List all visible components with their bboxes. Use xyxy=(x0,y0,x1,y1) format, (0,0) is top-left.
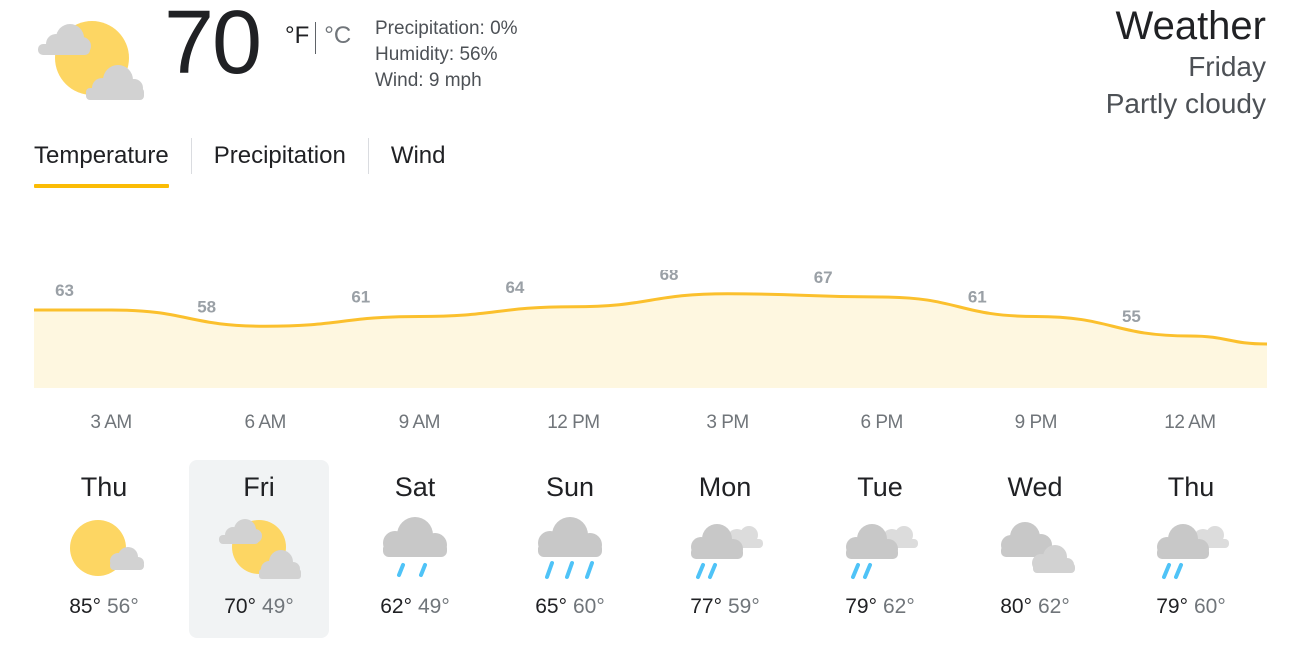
unit-fahrenheit[interactable]: °F xyxy=(285,22,309,50)
day-temps: 85° 56° xyxy=(34,595,174,619)
tab-temperature[interactable]: Temperature xyxy=(34,142,169,188)
partly-cloudy-icon xyxy=(38,21,144,100)
high-temp: 62° xyxy=(380,595,412,618)
low-temp: 49° xyxy=(418,595,450,618)
unit-divider xyxy=(315,22,317,54)
rain-icon xyxy=(538,517,602,579)
weather-header: Weather Friday Partly cloudy xyxy=(1106,4,1266,122)
high-temp: 85° xyxy=(69,595,101,618)
tab-precipitation[interactable]: Precipitation xyxy=(214,142,346,188)
hour-label: 6 PM xyxy=(860,412,904,433)
current-details: Precipitation: 0% Humidity: 56% Wind: 9 … xyxy=(375,16,518,94)
hour-label: 3 AM xyxy=(90,412,132,433)
hour-label: 9 AM xyxy=(398,412,441,433)
day-temps: 70° 49° xyxy=(189,595,329,619)
current-temperature: 70 xyxy=(164,0,262,93)
day-name: Sat xyxy=(394,472,436,502)
high-temp: 77° xyxy=(690,595,722,618)
temperature-label: 68 xyxy=(660,270,679,284)
high-temp: 70° xyxy=(224,595,256,618)
unit-celsius[interactable]: °C xyxy=(324,22,351,50)
scattered-showers-icon xyxy=(846,524,918,579)
day-card[interactable]: Wed 80° 62° xyxy=(965,460,1105,638)
tab-divider xyxy=(367,138,369,174)
low-temp: 60° xyxy=(1194,595,1226,618)
temperature-label: 55 xyxy=(1122,307,1141,326)
day-name: Tue xyxy=(857,472,903,502)
day-card[interactable]: Thu 85° 56° xyxy=(34,460,174,638)
day-card[interactable]: Sun 65° 60° xyxy=(500,460,640,638)
day-card[interactable]: Sat 62° 49° xyxy=(345,460,485,638)
day-name: Thu xyxy=(1167,472,1215,502)
high-temp: 80° xyxy=(1000,595,1032,618)
day-card[interactable]: Mon 77° 59° xyxy=(655,460,795,638)
low-temp: 56° xyxy=(107,595,139,618)
wind-text: Wind: 9 mph xyxy=(375,70,482,91)
temperature-label: 63 xyxy=(55,281,74,300)
hour-label: 12 PM xyxy=(547,412,600,433)
temperature-label: 61 xyxy=(968,288,987,307)
low-temp: 60° xyxy=(573,595,605,618)
chart-tabs: Temperature Precipitation Wind xyxy=(34,138,446,188)
temperature-label: 58 xyxy=(197,297,216,316)
scattered-showers-icon xyxy=(691,524,763,579)
day-name: Sun xyxy=(545,472,595,502)
hour-label: 3 PM xyxy=(706,412,749,433)
low-temp: 62° xyxy=(1038,595,1070,618)
mostly-sunny-icon xyxy=(70,520,144,576)
low-temp: 62° xyxy=(883,595,915,618)
day-name: Fri xyxy=(243,472,275,502)
day-card-selected[interactable]: Fri 70° 49° xyxy=(189,460,329,638)
day-name: Thu xyxy=(80,472,128,502)
temperature-area xyxy=(34,293,1267,388)
weather-day: Friday xyxy=(1188,51,1266,82)
day-temps: 62° 49° xyxy=(345,595,485,619)
weather-condition: Partly cloudy xyxy=(1105,88,1266,119)
temperature-label: 64 xyxy=(505,278,524,297)
hour-label: 9 PM xyxy=(1014,412,1058,433)
day-card[interactable]: Thu 79° 60° xyxy=(1121,460,1261,638)
hour-label: 12 AM xyxy=(1164,412,1216,433)
hour-axis: 3 AM 6 AM 9 AM 12 PM 3 PM 6 PM 9 PM 12 AM xyxy=(0,412,1292,442)
tab-divider xyxy=(190,138,192,174)
low-temp: 59° xyxy=(728,595,760,618)
high-temp: 65° xyxy=(535,595,567,618)
weather-title: Weather xyxy=(1115,4,1266,48)
day-temps: 79° 62° xyxy=(810,595,950,619)
day-temps: 79° 60° xyxy=(1121,595,1261,619)
day-card[interactable]: Tue 79° 62° xyxy=(810,460,950,638)
partly-cloudy-icon xyxy=(219,519,301,579)
temperature-label: 67 xyxy=(814,270,833,287)
high-temp: 79° xyxy=(1156,595,1188,618)
daily-forecast: Thu 85° 56° Fri 70° 49° Sat 62° 49° Sun xyxy=(34,460,1268,640)
unit-toggle: °F °C xyxy=(285,22,351,54)
temperature-label: 61 xyxy=(351,288,370,307)
high-temp: 79° xyxy=(845,595,877,618)
day-temps: 77° 59° xyxy=(655,595,795,619)
low-temp: 49° xyxy=(262,595,294,618)
humidity-text: Humidity: 56% xyxy=(375,44,498,65)
cloudy-icon xyxy=(1001,522,1075,573)
day-temps: 65° 60° xyxy=(500,595,640,619)
hour-label: 6 AM xyxy=(244,412,287,433)
tab-wind[interactable]: Wind xyxy=(391,142,446,188)
day-temps: 80° 62° xyxy=(965,595,1105,619)
day-name: Mon xyxy=(698,472,752,502)
light-rain-icon xyxy=(383,517,447,577)
scattered-showers-icon xyxy=(1157,524,1229,579)
temperature-chart: 63 58 61 64 68 67 61 55 xyxy=(33,270,1268,388)
day-name: Wed xyxy=(1007,472,1063,502)
precipitation-text: Precipitation: 0% xyxy=(375,18,518,39)
